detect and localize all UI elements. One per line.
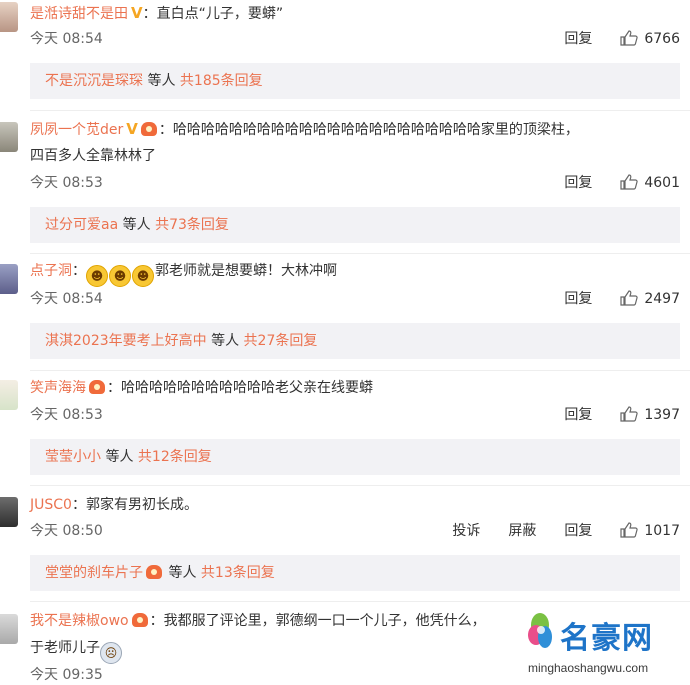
reply-count-link[interactable]: 共12条回复	[138, 449, 212, 465]
comment-text: ：郭家有男初长成。	[71, 497, 198, 513]
comment-username[interactable]: 我不是辣椒owo	[30, 613, 129, 629]
medal-icon	[146, 565, 162, 579]
comment-text-line: 笑声海海 ：哈哈哈哈哈哈哈哈哈哈哈老父亲在线要蟒	[30, 377, 373, 399]
reply-username[interactable]: 不是沉沉是琛琛	[45, 73, 143, 89]
reply-summary-text: 等人	[101, 449, 138, 465]
comment-time: 今天 09:35	[30, 667, 103, 683]
reply-username[interactable]: 堂堂的刹车片子	[45, 565, 143, 581]
comment-username[interactable]: 夙夙一个苋der	[30, 122, 123, 138]
comment-text: ：直白点“儿子，要蟒”	[142, 6, 284, 22]
reply-summary-text: 等人	[143, 73, 180, 89]
comment-text: ：哈哈哈哈哈哈哈哈哈哈哈哈哈哈哈哈哈哈哈哈哈哈家里的顶梁柱，	[158, 122, 579, 138]
reply-summary[interactable]: 莹莹小小 等人 共12条回复	[30, 439, 680, 475]
comment-text: ：我都服了评论里，郭德纲一口一个儿子，他凭什么，	[149, 613, 486, 629]
comment-time: 今天 08:54	[30, 31, 103, 47]
comment-time: 今天 08:50	[30, 523, 103, 539]
like-count: 6766	[644, 31, 680, 47]
divider	[30, 110, 690, 111]
reply-count-link[interactable]: 共13条回复	[201, 565, 275, 581]
reply-button[interactable]: 回复	[564, 175, 592, 191]
reply-summary[interactable]: 过分可爱aa 等人 共73条回复	[30, 207, 680, 243]
comment-time: 今天 08:53	[30, 407, 103, 423]
thumb-up-icon[interactable]	[620, 290, 639, 306]
thumb-up-icon[interactable]	[620, 522, 639, 538]
watermark: 名豪网 minghaoshangwu.com	[520, 605, 690, 683]
divider	[30, 601, 690, 602]
comment-time: 今天 08:54	[30, 291, 103, 307]
like-count: 1017	[644, 523, 680, 539]
block-button[interactable]: 屏蔽	[508, 523, 536, 539]
comment-username[interactable]: 笑声海海	[30, 380, 86, 396]
comment-username[interactable]: JUSC0	[30, 497, 72, 513]
comment-text: 于老师儿子	[30, 640, 100, 656]
reply-summary-text: 等人	[206, 333, 244, 349]
like-count: 2497	[644, 291, 680, 307]
reply-summary-text: 等人	[164, 565, 201, 581]
reply-summary[interactable]: 淇淇2023年要考上好高中 等人 共27条回复	[30, 323, 680, 359]
divider	[30, 370, 690, 371]
reply-count-link[interactable]: 共73条回复	[155, 217, 229, 233]
avatar[interactable]	[0, 2, 18, 32]
watermark-logo-icon	[528, 613, 552, 648]
comment-time: 今天 08:53	[30, 175, 103, 191]
verified-v-icon: V	[131, 4, 143, 22]
medal-icon	[89, 380, 105, 394]
comment-text-line: JUSC0：郭家有男初长成。	[30, 494, 198, 516]
verified-v-icon: V	[126, 120, 138, 138]
reply-username[interactable]: 过分可爱aa	[45, 217, 118, 233]
divider	[30, 485, 690, 486]
watermark-url: minghaoshangwu.com	[528, 661, 649, 675]
comment-actions: 回复 6766	[536, 29, 680, 49]
comment-text: ：哈哈哈哈哈哈哈哈哈哈哈老父亲在线要蟒	[107, 380, 373, 396]
avatar[interactable]	[0, 264, 18, 294]
comment-text-after: 郭老师就是想要蟒！大林冲啊	[155, 263, 337, 279]
reply-summary-text: 等人	[118, 217, 156, 233]
report-button[interactable]: 投诉	[452, 523, 480, 539]
medal-icon	[140, 122, 157, 136]
medal-icon	[131, 613, 148, 627]
avatar[interactable]	[0, 497, 18, 527]
avatar[interactable]	[0, 122, 18, 152]
reply-summary[interactable]: 堂堂的刹车片子 等人 共13条回复	[30, 555, 680, 591]
reply-summary[interactable]: 不是沉沉是琛琛 等人 共185条回复	[30, 63, 680, 99]
comment-text-line: 我不是辣椒owo ：我都服了评论里，郭德纲一口一个儿子，他凭什么，	[30, 610, 486, 632]
divider	[30, 253, 690, 254]
like-count: 4601	[644, 175, 680, 191]
laughing-cry-emoji: ☻	[86, 265, 108, 287]
reply-count-link[interactable]: 共185条回复	[180, 73, 263, 89]
avatar[interactable]	[0, 614, 18, 644]
comment-text-line: 夙夙一个苋der V ：哈哈哈哈哈哈哈哈哈哈哈哈哈哈哈哈哈哈哈哈哈哈家里的顶梁柱，	[30, 118, 579, 141]
comment-actions: 回复 4601	[536, 173, 680, 193]
comment-username[interactable]: 是湉诗甜不是田	[30, 6, 128, 22]
avatar[interactable]	[0, 380, 18, 410]
thumb-up-icon[interactable]	[620, 406, 639, 422]
reply-username[interactable]: 淇淇2023年要考上好高中	[45, 333, 207, 349]
scared-emoji: ☹	[100, 642, 122, 664]
comment-text-line-2: 于老师儿子 ☹	[30, 637, 123, 664]
comment-text: ：	[72, 263, 86, 279]
like-count: 1397	[644, 407, 680, 423]
comment-text-line: 是湉诗甜不是田 V：直白点“儿子，要蟒”	[30, 2, 283, 25]
reply-button[interactable]: 回复	[564, 31, 592, 47]
comment-username[interactable]: 点子洞	[30, 263, 72, 279]
watermark-title: 名豪网	[560, 621, 653, 656]
reply-button[interactable]: 回复	[564, 523, 592, 539]
reply-button[interactable]: 回复	[564, 407, 592, 423]
comment-text-line: 点子洞： ☻ ☻ ☻ 郭老师就是想要蟒！大林冲啊	[30, 260, 337, 287]
reply-username[interactable]: 莹莹小小	[45, 449, 101, 465]
comment-actions: 投诉 屏蔽 回复 1017	[424, 521, 680, 541]
comment-actions: 回复 2497	[536, 289, 680, 309]
laughing-cry-emoji: ☻	[109, 265, 131, 287]
reply-count-link[interactable]: 共27条回复	[244, 333, 318, 349]
comment-text-line-2: 四百多人全靠林林了	[30, 148, 156, 164]
reply-button[interactable]: 回复	[564, 291, 592, 307]
comment-actions: 回复 1397	[536, 405, 680, 425]
thumb-up-icon[interactable]	[620, 30, 639, 46]
laughing-cry-emoji: ☻	[132, 265, 154, 287]
thumb-up-icon[interactable]	[620, 174, 639, 190]
